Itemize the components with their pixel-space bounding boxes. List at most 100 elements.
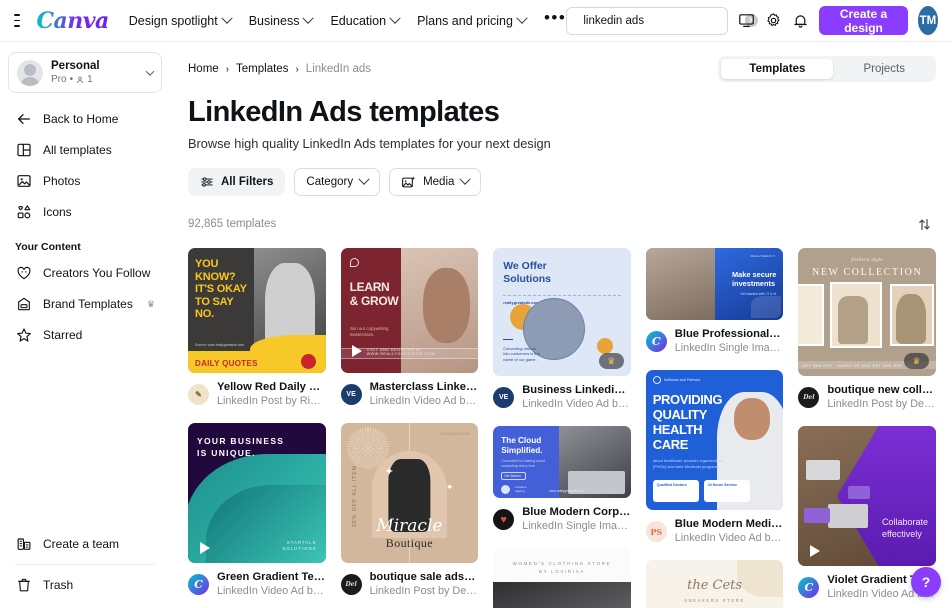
- template-thumbnail[interactable]: The Cloud Simplified. Committed to making…: [493, 426, 631, 498]
- template-thumbnail[interactable]: Kalthoian and Partners PROVIDING QUALITY H…: [645, 370, 784, 510]
- desktop-icon[interactable]: [738, 10, 755, 32]
- sidebar-item-starred[interactable]: Starred: [8, 320, 162, 350]
- template-card[interactable]: fashion style NEW COLLECTION GET 35% OFF…: [798, 248, 936, 412]
- template-card[interactable]: We Offer Solutions reallygreatsite.com Co…: [493, 248, 631, 412]
- template-thumbnail[interactable]: We Offer Solutions reallygreatsite.com Co…: [493, 248, 631, 376]
- template-thumbnail[interactable]: YOUR BUSINESS IS UNIQUE. STARTALE SOLUTION…: [188, 423, 326, 563]
- art-source-text: Source: www.reallygreatsite.com: [195, 343, 245, 347]
- filter-label: Media: [423, 176, 455, 188]
- art-text: The Cloud Simplified.: [501, 436, 543, 455]
- template-card[interactable]: LEARN & GROW Join our copywriting mastercl…: [340, 248, 479, 409]
- template-thumbnail[interactable]: Make secure investments Get started with …: [645, 248, 784, 320]
- play-icon: [196, 539, 213, 556]
- art-text: We Offer Solutions: [503, 260, 552, 285]
- filter-label: Category: [306, 176, 354, 188]
- thumbnail-art-health-care: Kalthoian and Partners PROVIDING QUALITY H…: [646, 370, 784, 510]
- canva-logo[interactable]: Canva: [36, 8, 109, 34]
- template-card[interactable]: YOUR BUSINESS IS UNIQUE. STARTALE SOLUTION…: [188, 423, 326, 599]
- art-eyebrow-text: fashion style: [851, 257, 884, 263]
- template-author: LinkedIn Single Image Ad b...: [674, 342, 784, 354]
- art-band-text: GET 35% OFF HURRY UP AND GET 35% OFF HU: [802, 364, 914, 368]
- sidebar-item-all-templates[interactable]: All templates: [8, 135, 162, 165]
- template-card[interactable]: Kalthoian and Partners PROVIDING QUALITY H…: [645, 370, 784, 546]
- search-box[interactable]: ✕: [566, 6, 759, 35]
- sidebar-item-label: Photos: [43, 174, 81, 188]
- category-filter-button[interactable]: Category: [294, 168, 381, 196]
- template-card[interactable]: Make secure investments Get started with …: [645, 248, 784, 356]
- template-thumbnail[interactable]: fashion style NEW COLLECTION GET 35% OFF…: [798, 248, 936, 376]
- profile-member-count: 1: [87, 74, 93, 85]
- profile-switcher[interactable]: Personal Pro • 1: [8, 52, 162, 93]
- chevron-down-icon: [221, 12, 233, 24]
- more-options-icon[interactable]: •••: [544, 9, 566, 28]
- sidebar-item-trash[interactable]: Trash: [8, 570, 162, 600]
- create-a-design-button[interactable]: Create a design: [819, 6, 908, 35]
- all-filters-button[interactable]: All Filters: [188, 168, 286, 196]
- template-card[interactable]: WOMEN'S CLOTHING STOREBY LOVIRIAA GLOWRE…: [493, 548, 631, 608]
- gear-icon[interactable]: [765, 10, 782, 32]
- breadcrumb: Home › Templates › LinkedIn ads: [188, 63, 371, 75]
- template-author: LinkedIn Video Ad by venic...: [369, 395, 479, 407]
- sort-arrows-icon[interactable]: [912, 212, 936, 236]
- breadcrumb-item-templates[interactable]: Templates: [236, 63, 288, 75]
- template-meta: C Green Gradient Techno... LinkedIn Vide…: [188, 570, 326, 599]
- tab-templates[interactable]: Templates: [721, 59, 834, 79]
- template-card[interactable]: the Cets SNEAKERS STORE NEW COLLECTION: [645, 560, 784, 608]
- template-author: LinkedIn Video Ad by Canv...: [217, 585, 326, 597]
- sidebar-item-creators-you-follow[interactable]: Creators You Follow: [8, 258, 162, 288]
- template-thumbnail[interactable]: WOMEN'S CLOTHING STOREBY LOVIRIAA GLOWRE…: [493, 548, 631, 608]
- grid-column: fashion style NEW COLLECTION GET 35% OFF…: [798, 248, 936, 608]
- sidebar-item-back-to-home[interactable]: Back to Home: [8, 104, 162, 134]
- nav-link-plans-and-pricing[interactable]: Plans and pricing: [417, 12, 528, 28]
- template-grid: YOU KNOW? IT'S OKAY TO SAY NO. Source: www.r…: [188, 248, 936, 608]
- template-thumbnail[interactable]: YOU KNOW? IT'S OKAY TO SAY NO. Source: www.r…: [188, 248, 326, 373]
- art-subtext: Get started with O & M: [740, 292, 777, 296]
- author-avatar: VE: [493, 387, 515, 408]
- art-subtext: Committed to making cloud computing worry…: [501, 459, 545, 468]
- thumbnail-art-make-secure: Make secure investments Get started with …: [645, 248, 784, 320]
- author-avatar: C: [798, 577, 820, 598]
- crown-icon: ♛: [146, 298, 155, 309]
- bell-icon[interactable]: [792, 10, 809, 32]
- nav-link-business[interactable]: Business: [249, 12, 315, 28]
- art-vertical-text: 35% OFF ALL ITEM: [351, 464, 358, 527]
- sidebar-bottom-section: Create a team Trash: [8, 528, 162, 608]
- template-thumbnail[interactable]: Collaborate effectively: [798, 426, 936, 566]
- template-thumbnail[interactable]: the Cets SNEAKERS STORE NEW COLLECTION: [645, 560, 784, 608]
- page-title: LinkedIn Ads templates: [188, 96, 500, 128]
- breadcrumb-item-home[interactable]: Home: [188, 63, 219, 75]
- sidebar-item-photos[interactable]: Photos: [8, 166, 162, 196]
- template-card[interactable]: The Cloud Simplified. Committed to making…: [493, 426, 631, 534]
- nav-link-education[interactable]: Education: [330, 12, 401, 28]
- template-thumbnail[interactable]: LEARN & GROW Join our copywriting mastercl…: [340, 248, 479, 373]
- hamburger-icon[interactable]: [10, 8, 24, 34]
- sidebar-item-create-a-team[interactable]: Create a team: [8, 529, 162, 559]
- tab-projects[interactable]: Projects: [835, 59, 933, 79]
- art-text: Make secure investments: [732, 270, 777, 289]
- template-title: Blue Modern Medical L...: [674, 518, 784, 530]
- author-avatar: ✎: [188, 384, 209, 405]
- page-subtitle: Browse high quality LinkedIn Ads templat…: [188, 136, 551, 151]
- grid-column: Make secure investments Get started with …: [645, 248, 784, 608]
- template-meta: ♥ Blue Modern Corporat... LinkedIn Singl…: [493, 505, 631, 534]
- art-site-text: www.reallygreatsite.com: [549, 489, 584, 493]
- profile-text: Personal Pro • 1: [51, 59, 139, 86]
- sidebar-item-brand-templates[interactable]: Brand Templates ♛: [8, 289, 162, 319]
- sidebar-item-icons[interactable]: Icons: [8, 197, 162, 227]
- app-body: Personal Pro • 1 Back to Home All templa…: [0, 42, 952, 608]
- template-card[interactable]: YOU KNOW? IT'S OKAY TO SAY NO. Source: www.r…: [188, 248, 326, 409]
- search-input[interactable]: [583, 14, 738, 27]
- nav-link-design-spotlight[interactable]: Design spotlight: [129, 12, 233, 28]
- media-filter-button[interactable]: Media: [389, 168, 482, 196]
- template-thumbnail[interactable]: @reallygreatsite 35% OFF ALL ITEM Miracl…: [340, 423, 479, 563]
- result-count: 92,865 templates: [188, 218, 277, 230]
- team-icon: [15, 536, 32, 553]
- template-author: LinkedIn Post by Delima Tr...: [827, 398, 936, 410]
- template-card[interactable]: @reallygreatsite 35% OFF ALL ITEM Miracl…: [340, 423, 479, 599]
- help-button[interactable]: ?: [911, 567, 941, 597]
- chevron-down-icon: [358, 173, 370, 185]
- thumbnail-art-clothing-store: WOMEN'S CLOTHING STOREBY LOVIRIAA GLOWRE…: [493, 548, 631, 608]
- art-brand-text: STARTALE SOLUTIONS: [282, 540, 317, 551]
- template-title: boutique new collectio...: [827, 384, 936, 396]
- avatar[interactable]: TM: [917, 6, 938, 35]
